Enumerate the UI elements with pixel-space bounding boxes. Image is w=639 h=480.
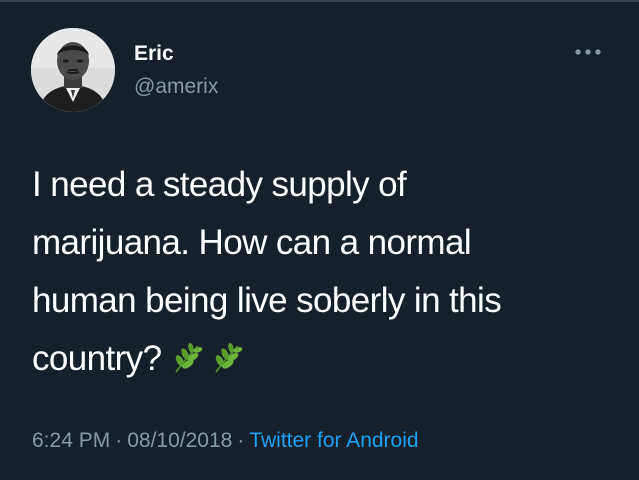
tweet-text-line: marijuana. How can a normal bbox=[32, 223, 472, 262]
author-handle[interactable]: @amerix bbox=[134, 74, 218, 100]
top-divider bbox=[0, 0, 639, 2]
tweet-source-link[interactable]: Twitter for Android bbox=[249, 429, 418, 452]
herb-icon bbox=[209, 342, 243, 376]
tweet-meta: 6:24 PM · 08/10/2018 · Twitter for Android bbox=[32, 427, 419, 455]
tweet-date[interactable]: 08/10/2018 bbox=[127, 429, 232, 452]
tweet-time[interactable]: 6:24 PM bbox=[32, 429, 110, 452]
tweet-text-line: human being live soberly in this bbox=[32, 281, 502, 320]
meta-separator: · bbox=[237, 429, 245, 452]
portrait-avatar-icon bbox=[31, 28, 115, 112]
tweet-text-line: I need a steady supply of bbox=[32, 165, 407, 204]
more-options-button[interactable] bbox=[568, 40, 608, 64]
tweet-text-line-content: country? bbox=[32, 339, 162, 378]
more-horizontal-icon bbox=[575, 49, 601, 55]
avatar[interactable] bbox=[31, 28, 115, 112]
emoji-group bbox=[169, 336, 249, 394]
author-display-name[interactable]: Eric bbox=[134, 41, 174, 67]
tweet-text-line-last: country? bbox=[32, 330, 622, 394]
herb-icon bbox=[169, 342, 203, 376]
meta-separator: · bbox=[115, 429, 123, 452]
tweet-text: I need a steady supply of marijuana. How… bbox=[32, 156, 622, 394]
